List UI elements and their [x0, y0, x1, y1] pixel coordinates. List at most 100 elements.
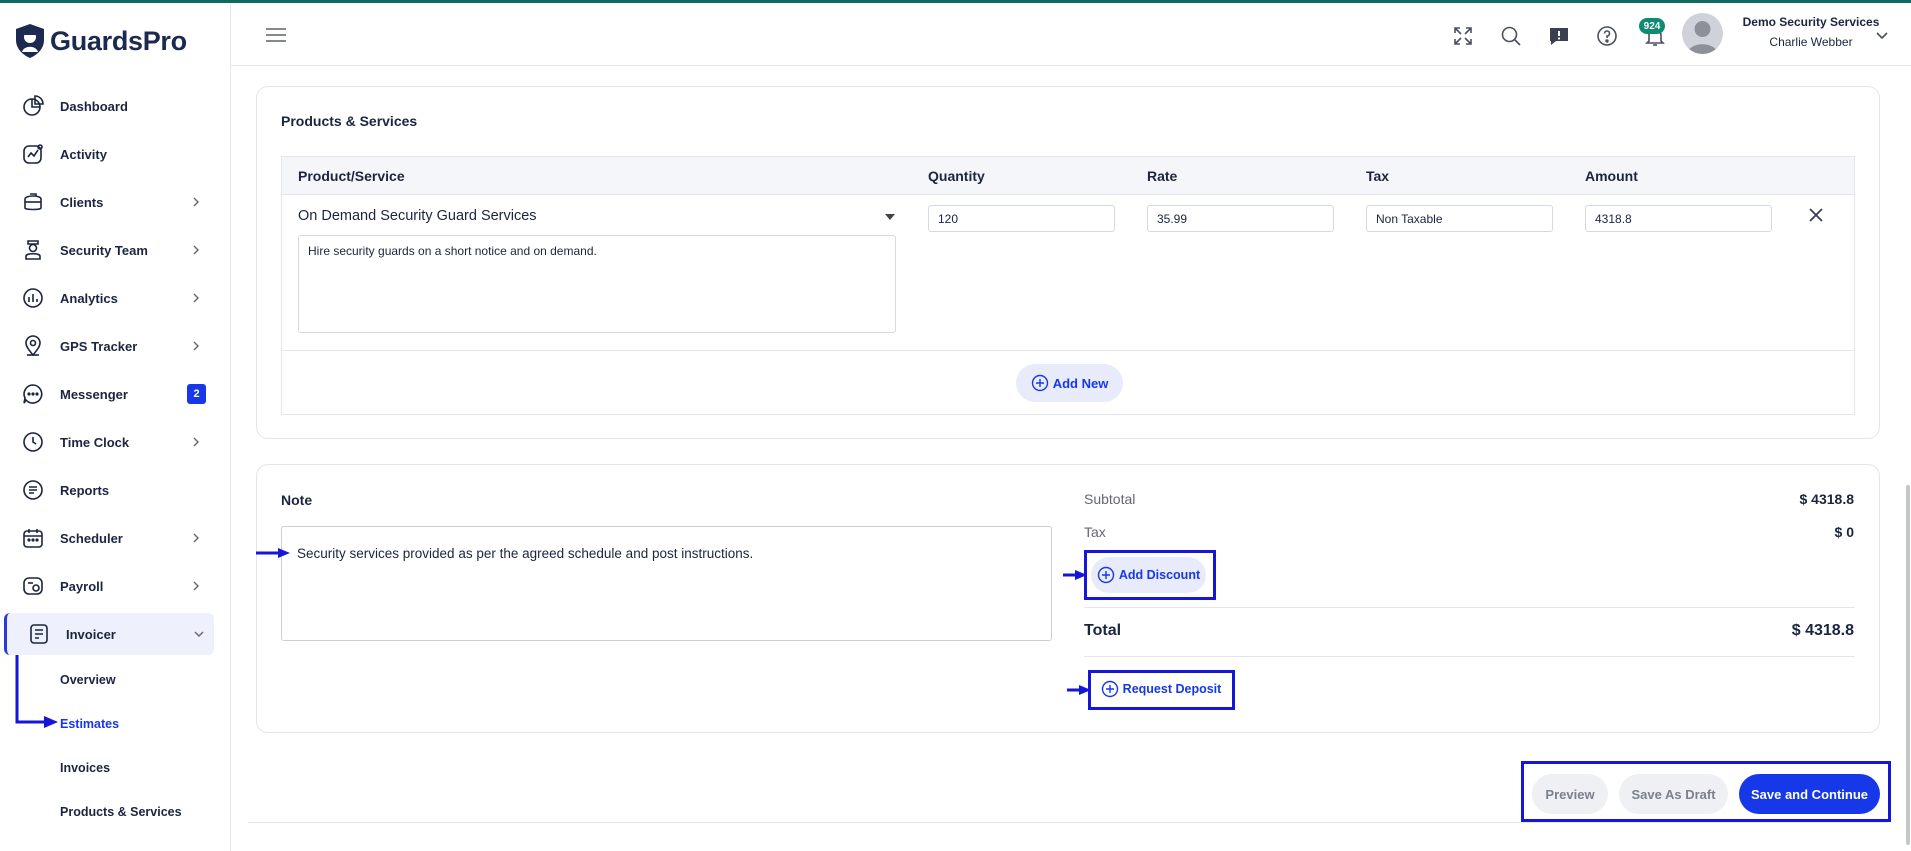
- gps-icon: [25, 335, 41, 357]
- annotation-arrow-deposit: [1067, 685, 1091, 695]
- annotation-highlight-actions: [1521, 761, 1891, 822]
- sidebar-item-label: GPS Tracker: [60, 338, 138, 354]
- column-header-tax: Tax: [1366, 168, 1390, 184]
- summary-divider: [1084, 607, 1855, 608]
- sidebar-item-time-clock[interactable]: Time Clock: [4, 421, 214, 463]
- sidebar-item-label: Analytics: [60, 290, 118, 306]
- user-avatar-icon: [1687, 21, 1718, 54]
- sidebar-item-clients[interactable]: Clients: [4, 181, 214, 223]
- sidebar-item-label: Clients: [60, 194, 104, 210]
- brand-name: GuardsPro: [50, 25, 187, 56]
- sidebar-item-payroll[interactable]: Payroll: [4, 565, 214, 607]
- tax-select[interactable]: [1366, 205, 1553, 232]
- chevron-right-icon: [193, 293, 199, 303]
- sidebar-subitem-estimates[interactable]: Estimates: [60, 717, 119, 731]
- sidebar-item-label: Security Team: [60, 242, 148, 258]
- notification-count-badge: 924: [1639, 18, 1665, 34]
- messenger-icon: [23, 384, 43, 404]
- avatar[interactable]: [1682, 13, 1723, 54]
- sidebar-item-label: Invoicer: [66, 626, 116, 642]
- invoicer-icon: [30, 624, 48, 644]
- sidebar-subitem-overview[interactable]: Overview: [60, 673, 116, 687]
- security-team-icon: [25, 240, 41, 260]
- total-label: Total: [1084, 622, 1122, 639]
- sidebar-item-scheduler[interactable]: Scheduler: [4, 517, 214, 559]
- guard-shield-icon: [16, 24, 44, 58]
- page-scrollbar[interactable]: [1906, 485, 1910, 845]
- company-name: Demo Security Services: [1742, 15, 1880, 29]
- chevron-right-icon: [193, 437, 199, 447]
- row-divider: [282, 350, 1854, 351]
- dashboard-icon: [23, 95, 44, 116]
- top-header: 924 Demo Security Services Charlie Webbe…: [231, 3, 1911, 66]
- sidebar-subitem-invoices[interactable]: Invoices: [60, 761, 110, 775]
- sidebar-item-analytics[interactable]: Analytics: [4, 277, 214, 319]
- annotation-highlight-deposit: [1088, 670, 1235, 710]
- help-icon[interactable]: [1595, 24, 1619, 48]
- rate-input[interactable]: [1147, 205, 1334, 232]
- user-name: Charlie Webber: [1769, 35, 1853, 49]
- quantity-input[interactable]: [928, 205, 1115, 232]
- sidebar-item-reports[interactable]: Reports: [4, 469, 214, 511]
- chevron-down-icon: [194, 631, 204, 637]
- logo[interactable]: GuardsPro: [14, 23, 187, 59]
- sidebar-item-invoicer[interactable]: Invoicer: [4, 613, 214, 655]
- amount-input[interactable]: [1585, 205, 1772, 232]
- remove-row-close-icon[interactable]: [1808, 207, 1824, 223]
- search-icon[interactable]: [1499, 24, 1523, 48]
- sidebar-item-label: Scheduler: [60, 530, 123, 546]
- dropdown-caret-icon[interactable]: [885, 214, 895, 220]
- annotation-highlight-discount: [1084, 550, 1216, 600]
- tax-value: $ 0: [1834, 524, 1854, 540]
- chevron-right-icon: [193, 245, 199, 255]
- payroll-icon: [23, 577, 43, 595]
- feedback-icon[interactable]: [1547, 24, 1571, 48]
- sidebar-item-label: Payroll: [60, 578, 104, 594]
- sidebar-item-activity[interactable]: Activity: [4, 133, 214, 175]
- column-header-amount: Amount: [1585, 168, 1638, 184]
- add-new-button[interactable]: Add New: [1016, 364, 1123, 402]
- products-services-title: Products & Services: [281, 113, 418, 129]
- note-textarea[interactable]: Security services provided as per the ag…: [281, 526, 1052, 641]
- description-textarea[interactable]: Hire security guards on a short notice a…: [298, 235, 896, 333]
- chevron-right-icon: [193, 197, 199, 207]
- table-header: Product/Service Quantity Rate Tax Amount: [282, 157, 1854, 195]
- chevron-down-icon[interactable]: [1875, 31, 1889, 41]
- analytics-icon: [23, 288, 43, 308]
- sidebar-item-label: Time Clock: [60, 434, 130, 450]
- clients-icon: [24, 193, 42, 211]
- sidebar-item-label: Messenger: [60, 386, 128, 402]
- product-select[interactable]: On Demand Security Guard Services: [298, 208, 537, 224]
- annotation-arrow-discount: [1063, 570, 1087, 580]
- plus-circle-icon: [1031, 374, 1048, 392]
- sidebar-item-label: Dashboard: [60, 98, 128, 114]
- sidebar-item-label: Reports: [60, 482, 110, 498]
- messenger-unread-badge: 2: [187, 384, 206, 404]
- summary-divider: [1084, 656, 1855, 657]
- sidebar: GuardsPro Dashboard Activity Clients Sec…: [0, 3, 231, 851]
- sidebar-item-gps-tracker[interactable]: GPS Tracker: [4, 325, 214, 367]
- annotation-arrow-note: [256, 548, 290, 558]
- sidebar-item-security-team[interactable]: Security Team: [4, 229, 214, 271]
- column-header-quantity: Quantity: [928, 168, 985, 184]
- scheduler-icon: [23, 529, 43, 548]
- add-new-label: Add New: [1052, 375, 1109, 391]
- subtotal-label: Subtotal: [1084, 491, 1136, 507]
- chevron-right-icon: [193, 581, 199, 591]
- sidebar-subitem-products-services[interactable]: Products & Services: [60, 805, 182, 819]
- tax-label: Tax: [1084, 524, 1106, 540]
- column-header-rate: Rate: [1147, 168, 1178, 184]
- footer-divider: [248, 822, 1888, 823]
- sidebar-item-messenger[interactable]: Messenger 2: [4, 373, 214, 415]
- total-value: $ 4318.8: [1791, 622, 1854, 639]
- menu-toggle-icon[interactable]: [265, 27, 287, 43]
- note-title: Note: [281, 492, 313, 508]
- fullscreen-icon[interactable]: [1451, 24, 1475, 48]
- time-clock-icon: [23, 432, 43, 452]
- sidebar-item-dashboard[interactable]: Dashboard: [4, 85, 214, 127]
- activity-icon: [23, 144, 43, 164]
- annotation-arrow-estimates: [15, 655, 58, 728]
- column-header-product: Product/Service: [298, 168, 405, 184]
- sidebar-item-label: Activity: [60, 146, 107, 162]
- chevron-right-icon: [193, 533, 199, 543]
